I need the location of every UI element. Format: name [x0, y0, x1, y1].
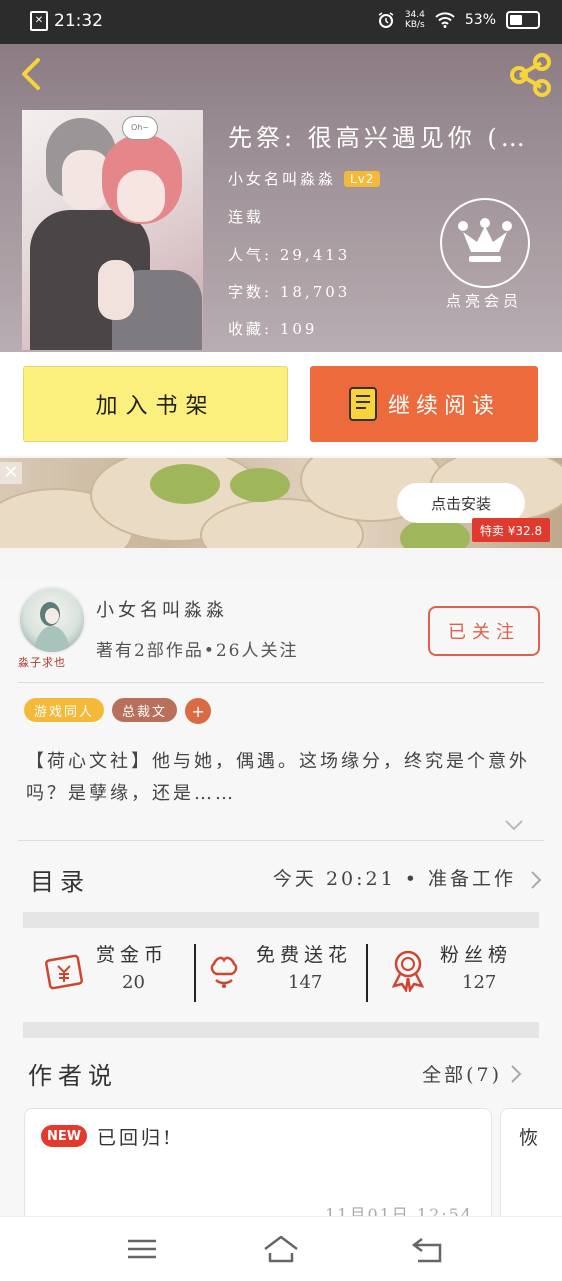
toc-latest-chapter: 今天 20:21 • 准备工作 [272, 868, 516, 890]
book-icon [348, 387, 377, 421]
favorites-stat: 收藏: 109 [228, 320, 318, 338]
alarm-icon [378, 12, 394, 28]
chevron-right-icon[interactable] [510, 1064, 522, 1084]
popularity-stat: 人气: 29,413 [228, 246, 351, 264]
tag-ceo[interactable]: 总裁文 [112, 698, 178, 722]
add-to-shelf-button[interactable]: 加入书架 [23, 366, 288, 442]
medal-icon [391, 950, 425, 992]
book-detail-content: 淼子求也 小女名叫淼淼 著有2部作品•26人关注 已关注 游戏同人 总裁文 + … [0, 578, 562, 1240]
battery-percent: 53% [464, 12, 496, 28]
avatar-signature: 淼子求也 [18, 656, 66, 669]
divider [194, 944, 196, 1002]
vip-label[interactable]: 点亮会员 [438, 290, 530, 311]
menu-icon[interactable] [122, 1233, 162, 1265]
back-icon[interactable] [14, 56, 50, 92]
ad-price-tag: 特卖 ¥32.8 [472, 518, 550, 542]
divider [18, 840, 544, 841]
book-author[interactable]: 小女名叫淼淼 [228, 168, 336, 189]
table-of-contents-row[interactable]: 目录 今天 20:21 • 准备工作 [0, 850, 562, 910]
author-level-badge: Lv2 [344, 170, 381, 187]
cover-speech-bubble: Oh~ [122, 116, 158, 140]
net-speed: 34.4 KB/s [404, 10, 425, 30]
book-cover[interactable]: Oh~ [22, 110, 203, 350]
tip-coins[interactable]: 赏金币 20 [40, 936, 190, 1016]
book-title: 先祭: 很高兴遇见你 (… [228, 124, 529, 152]
clock: 21:32 [54, 11, 103, 31]
fan-ranking[interactable]: 粉丝榜 127 [380, 936, 540, 1016]
new-badge: NEW [41, 1125, 87, 1147]
ad-banner[interactable]: ✕ 点击安装 特卖 ¥32.8 [0, 458, 562, 548]
continue-reading-label: 继续阅读 [387, 394, 500, 419]
divider [366, 944, 368, 1002]
action-bar: 加入书架 继续阅读 [0, 352, 562, 456]
author-avatar[interactable] [18, 586, 86, 654]
add-tag-button[interactable]: + [185, 698, 212, 724]
book-author-line: 小女名叫淼淼 Lv2 [228, 168, 381, 189]
flower-icon [210, 956, 238, 988]
crown-icon [458, 218, 512, 262]
status-bar: ✕ 21:32 34.4 KB/s 53% [0, 0, 562, 44]
expand-chevron-icon[interactable] [504, 818, 524, 832]
free-flowers[interactable]: 免费送花 147 [200, 936, 360, 1016]
wifi-icon [435, 12, 455, 28]
author-says-all-link[interactable]: 全部(7) [422, 1060, 502, 1087]
follow-button[interactable]: 已关注 [428, 606, 540, 656]
ad-install-button[interactable]: 点击安装 [397, 483, 525, 523]
chevron-right-icon [531, 871, 542, 889]
share-icon[interactable] [508, 52, 554, 98]
system-nav-bar [0, 1216, 562, 1281]
author-summary: 著有2部作品•26人关注 [96, 641, 299, 661]
post-text: 恢 [519, 1127, 539, 1149]
home-icon[interactable] [261, 1233, 301, 1265]
continue-reading-button[interactable]: 继续阅读 [310, 366, 538, 442]
tag-list: 游戏同人 总裁文 + [24, 698, 212, 724]
divider [18, 682, 544, 683]
battery-icon [506, 11, 540, 29]
book-header: Oh~ 先祭: 很高兴遇见你 (… 小女名叫淼淼 Lv2 连载 人气: 29,4… [0, 44, 562, 352]
ad-close-icon[interactable]: ✕ [0, 462, 22, 484]
word-count-stat: 字数: 18,703 [228, 283, 351, 301]
vip-button[interactable] [440, 198, 530, 288]
back-nav-icon[interactable] [408, 1233, 448, 1265]
post-text: 已回归! [97, 1127, 174, 1149]
tag-game-fanfic[interactable]: 游戏同人 [24, 698, 105, 722]
section-separator [23, 912, 539, 928]
red-envelope-icon [45, 954, 83, 990]
notification-icon: ✕ [30, 11, 48, 31]
book-description[interactable]: 【荷心文社】他与她，偶遇。这场缘分，终究是个意外吗？是孽缘，还是…… [26, 746, 540, 810]
section-separator [23, 1022, 539, 1038]
author-says-title: 作者说 [28, 1062, 118, 1090]
author-name[interactable]: 小女名叫淼淼 [96, 596, 228, 622]
toc-title: 目录 [30, 868, 90, 896]
book-status: 连载 [228, 208, 265, 226]
reader-actions: 赏金币 20 免费送花 147 粉丝榜 127 [0, 936, 562, 1016]
